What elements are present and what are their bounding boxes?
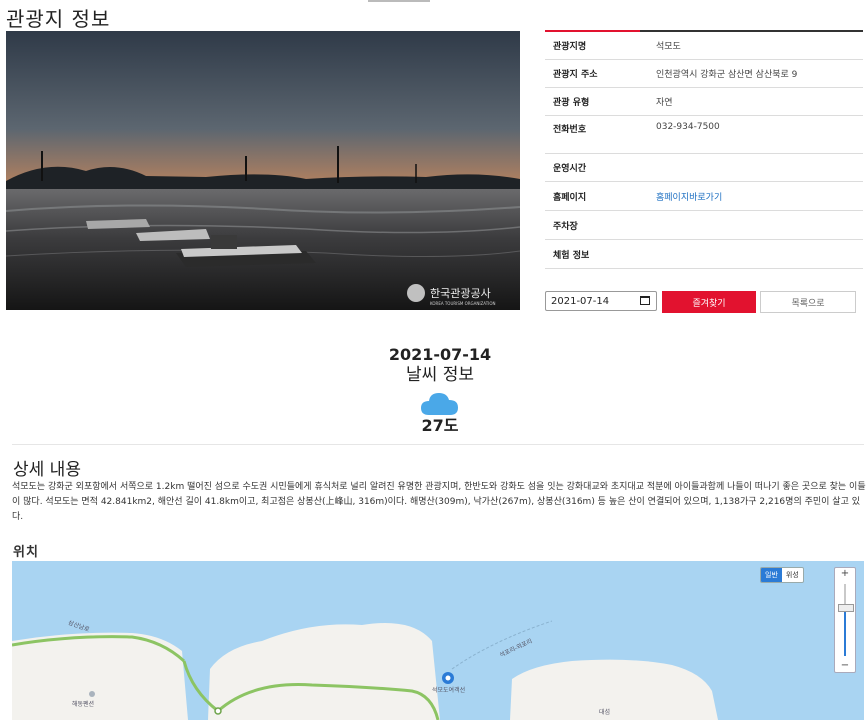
info-key: 체험 정보: [553, 250, 590, 261]
info-value: 자연: [656, 98, 673, 108]
detail-title: 상세 내용: [13, 460, 81, 480]
info-row-address: 관광지 주소 인천광역시 강화군 삼산면 삼산북로 9: [545, 60, 863, 88]
zoom-slider-handle[interactable]: [838, 604, 854, 612]
info-row-name: 관광지명 석모도: [545, 32, 863, 60]
map-mode-normal-button[interactable]: 일반: [761, 568, 782, 582]
zoom-in-button[interactable]: +: [835, 568, 855, 580]
info-key: 전화번호: [553, 125, 587, 135]
attraction-photo: 한국관광공사 KOREA TOURISM ORGANIZATION: [6, 31, 520, 310]
info-row-parking: 주차장: [545, 211, 863, 240]
info-key: 운영시간: [553, 164, 587, 174]
info-key: 관광 유형: [553, 98, 590, 108]
date-input[interactable]: 2021-07-14: [545, 291, 657, 311]
map-place-label: 석모도여객선: [432, 687, 466, 694]
info-key: 관광지 주소: [553, 70, 598, 80]
weather-date: 2021-07-14: [388, 345, 492, 364]
homepage-link[interactable]: 홈페이지바로가기: [656, 193, 722, 203]
zoom-level-fill: [844, 610, 846, 656]
weather-panel: 2021-07-14 날씨 정보 27도: [340, 346, 540, 436]
weather-temperature: 27도: [421, 416, 459, 435]
detail-description: 석모도는 강화군 외포항에서 서쪽으로 1.2km 떨어진 섬으로 수도권 시민…: [12, 482, 866, 522]
favorite-button[interactable]: 즐겨찾기: [662, 291, 756, 313]
weather-title: 날씨 정보: [406, 365, 474, 385]
cloud-icon: [420, 390, 460, 416]
section-divider: [12, 444, 864, 445]
info-value: 인천광역시 강화군 삼산면 삼산북로 9: [656, 70, 798, 80]
info-row-hours: 운영시간: [545, 154, 863, 182]
date-input-value: 2021-07-14: [551, 295, 610, 307]
page-title: 관광지 정보: [6, 7, 111, 31]
info-row-type: 관광 유형 자연: [545, 88, 863, 116]
map-place-label: 대섬: [599, 709, 611, 716]
info-row-experience: 체험 정보: [545, 240, 863, 269]
info-row-phone: 전화번호 032-934-7500: [545, 116, 863, 154]
calendar-icon[interactable]: [640, 296, 650, 305]
map-type-toggle: 일반 위성: [760, 567, 804, 583]
watermark-text: 한국관광공사: [430, 287, 491, 300]
info-key: 관광지명: [553, 42, 587, 52]
info-value: 석모도: [656, 42, 681, 52]
info-key: 주차장: [553, 221, 578, 232]
info-key: 홈페이지: [553, 192, 587, 203]
attraction-info-table: 관광지명 석모도 관광지 주소 인천광역시 강화군 삼산면 삼산북로 9 관광 …: [545, 30, 863, 269]
map-mode-satellite-button[interactable]: 위성: [781, 568, 803, 582]
location-map[interactable]: 삼산남로 해동펜션 석모도여객선 대섬 석포리-외포리 일반 위성 + −: [12, 561, 864, 720]
watermark-subtext: KOREA TOURISM ORGANIZATION: [430, 301, 495, 306]
top-scroll-indicator: [368, 0, 430, 2]
info-row-homepage: 홈페이지 홈페이지바로가기: [545, 182, 863, 211]
map-place-label: 해동펜션: [72, 701, 95, 708]
zoom-control: + −: [834, 567, 856, 673]
zoom-out-button[interactable]: −: [835, 660, 855, 672]
back-to-list-button[interactable]: 목록으로: [760, 291, 856, 313]
location-title: 위치: [13, 545, 39, 560]
info-value: 032-934-7500: [656, 122, 720, 132]
